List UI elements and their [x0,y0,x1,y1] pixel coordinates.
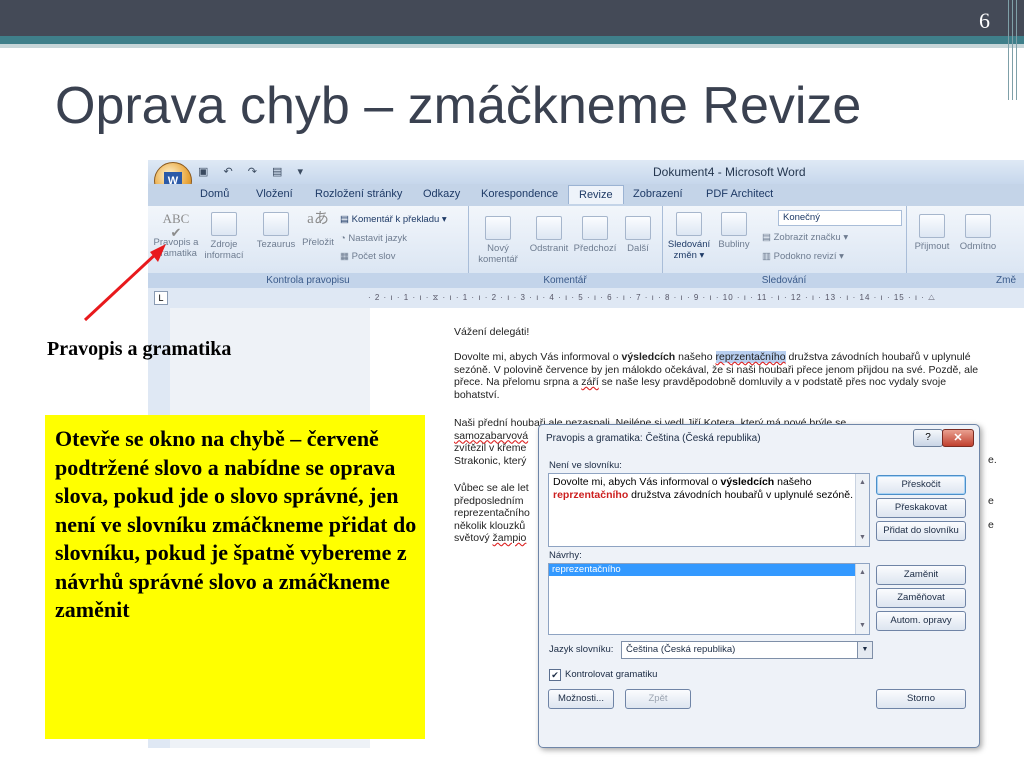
sentence-box[interactable]: Dovolte mi, abych Vás informoval o výsle… [548,473,870,547]
suggestions-list[interactable]: reprezentačního ▲ ▼ [548,563,870,635]
instruction-note: Otevře se okno na chybě – červeně podtrž… [45,415,425,739]
sentence-part: Dovolte mi, abych Vás informoval o [553,476,721,488]
undo-button[interactable]: Zpět [625,689,691,709]
help-button[interactable]: ? [913,429,943,447]
grammar-checkbox-label: Kontrolovat gramatiku [565,669,658,680]
language-label: Jazyk slovníku: [549,644,614,655]
spelling-callout-label: Pravopis a gramatika [47,338,232,360]
chevron-down-icon[interactable]: ▼ [857,642,872,658]
suggestion-item[interactable]: reprezentačního [549,564,855,576]
suggestions-label: Návrhy: [549,550,582,561]
grammar-checkbox[interactable]: ✔ [549,669,561,681]
ignore-all-button[interactable]: Přeskakovat [876,498,966,518]
sentence-bold: výsledcích [720,476,775,488]
dialog-title: Pravopis a gramatika: Čeština (Česká rep… [546,433,761,444]
cancel-button[interactable]: Storno [876,689,966,709]
close-button[interactable]: ✕ [942,429,974,447]
change-button[interactable]: Zaměnit [876,565,966,585]
options-button[interactable]: Možnosti... [548,689,614,709]
sentence-text: Dovolte mi, abych Vás informoval o výsle… [549,474,869,502]
sentence-scrollbar[interactable]: ▲ ▼ [855,474,869,546]
sentence-part: družstva závodních houbařů v uplynulé se… [628,489,853,501]
error-word: reprzentačního [553,489,629,501]
spelling-dialog: Pravopis a gramatika: Čeština (Česká rep… [538,424,980,748]
not-in-dictionary-label: Není ve slovníku: [549,460,622,471]
add-to-dictionary-button[interactable]: Přidat do slovníku [876,521,966,541]
language-select[interactable]: Čeština (Česká republika) ▼ [621,641,873,659]
autocorrect-button[interactable]: Autom. opravy [876,611,966,631]
instruction-text: Otevře se okno na chybě – červeně podtrž… [55,426,417,622]
language-value: Čeština (Česká republika) [626,644,736,655]
sentence-part: našeho [774,476,812,488]
change-all-button[interactable]: Zaměňovat [876,588,966,608]
ignore-once-button[interactable]: Přeskočit [876,475,966,495]
suggestions-scrollbar[interactable]: ▲ ▼ [855,564,869,634]
